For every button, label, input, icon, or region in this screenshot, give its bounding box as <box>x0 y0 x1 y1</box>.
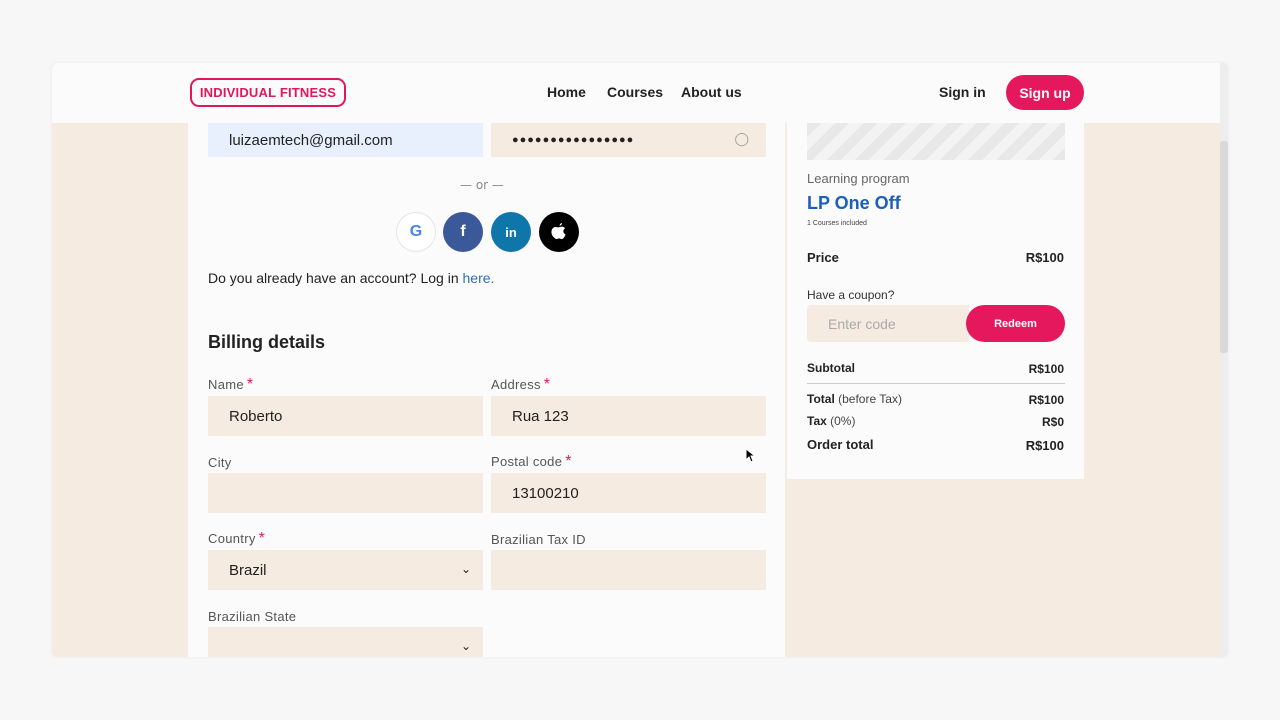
required-mark: * <box>543 376 551 393</box>
total-label: Total (before Tax) <box>807 392 902 406</box>
city-label: City <box>208 455 232 470</box>
tax-label: Tax (0%) <box>807 414 856 428</box>
login-prompt-text: Do you already have an account? Log in <box>208 270 463 286</box>
apple-icon <box>551 223 566 240</box>
program-name: LP One Off <box>807 193 901 213</box>
google-login-button[interactable]: G <box>396 212 436 252</box>
brand-logo[interactable]: INDIVIDUAL FITNESS <box>190 78 346 107</box>
state-label: Brazilian State <box>208 609 297 624</box>
subtotal-value: R$100 <box>1028 362 1064 376</box>
postal-code-field[interactable]: 13100210 <box>491 473 766 513</box>
linkedin-icon: in <box>505 224 517 240</box>
address-label: Address * <box>491 376 551 393</box>
password-mask: ●●●●●●●●●●●●●●●● <box>512 134 635 146</box>
order-summary: Learning program LP One Off 1 Courses in… <box>786 123 1084 479</box>
chevron-down-icon: ⌄ <box>460 639 471 653</box>
google-icon: G <box>409 223 423 240</box>
login-here-link[interactable]: here. <box>463 270 495 286</box>
browser-viewport: INDIVIDUAL FITNESS Home Courses About us… <box>52 63 1228 657</box>
state-select[interactable]: ⌄ <box>208 627 483 657</box>
billing-title: Billing details <box>208 332 326 352</box>
price-value: R$100 <box>1025 250 1064 265</box>
order-total-label: Order total <box>807 437 874 452</box>
order-total-value: R$100 <box>1025 438 1064 453</box>
chevron-down-icon: ⌄ <box>460 562 471 576</box>
name-field[interactable]: Roberto <box>208 396 483 436</box>
country-label: Country * <box>208 530 266 547</box>
sign-up-button[interactable]: Sign up <box>1006 75 1084 110</box>
eye-hidden-icon[interactable]: ◯ <box>734 131 750 147</box>
login-prompt: Do you already have an account? Log in h… <box>208 270 494 286</box>
coupon-label: Have a coupon? <box>807 288 895 302</box>
facebook-icon: f <box>460 223 466 240</box>
address-field[interactable]: Rua 123 <box>491 396 766 436</box>
email-field[interactable]: luizaemtech@gmail.com <box>208 123 483 157</box>
facebook-login-button[interactable]: f <box>443 212 483 252</box>
tax-id-field[interactable] <box>491 550 766 590</box>
postal-code-label: Postal code * <box>491 453 572 470</box>
nav-about-us[interactable]: About us <box>681 84 742 100</box>
program-label: Learning program <box>807 171 910 186</box>
required-mark: * <box>565 453 572 470</box>
sign-in-link[interactable]: Sign in <box>939 84 986 100</box>
scrollbar-thumb[interactable] <box>1220 141 1228 353</box>
country-value: Brazil <box>229 561 267 579</box>
site-header: INDIVIDUAL FITNESS Home Courses About us… <box>52 63 1220 123</box>
nav-courses[interactable]: Courses <box>607 84 663 100</box>
country-select[interactable]: Brazil ⌄ <box>208 550 483 590</box>
redeem-button[interactable]: Redeem <box>966 305 1065 342</box>
city-field[interactable] <box>208 473 483 513</box>
linkedin-login-button[interactable]: in <box>491 212 531 252</box>
courses-included: 1 Courses included <box>807 220 867 227</box>
subtotal-label: Subtotal <box>807 361 855 375</box>
tax-id-label: Brazilian Tax ID <box>491 532 586 547</box>
or-divider: — or — <box>460 178 504 192</box>
tax-value: R$0 <box>1041 415 1064 429</box>
name-label: Name * <box>208 376 254 393</box>
required-mark: * <box>246 376 254 393</box>
apple-login-button[interactable] <box>539 212 579 252</box>
coupon-input[interactable]: Enter code <box>807 305 969 342</box>
total-value: R$100 <box>1028 393 1064 407</box>
page-scrollbar[interactable] <box>1220 63 1228 657</box>
password-field[interactable]: ●●●●●●●●●●●●●●●● ◯ <box>491 123 766 157</box>
summary-divider <box>807 383 1065 384</box>
mouse-cursor-icon <box>745 448 755 463</box>
price-label: Price <box>807 250 839 265</box>
required-mark: * <box>258 530 266 547</box>
checkout-form: luizaemtech@gmail.com ●●●●●●●●●●●●●●●● ◯… <box>188 123 785 657</box>
nav-home[interactable]: Home <box>547 84 586 100</box>
program-image-placeholder <box>807 123 1065 160</box>
